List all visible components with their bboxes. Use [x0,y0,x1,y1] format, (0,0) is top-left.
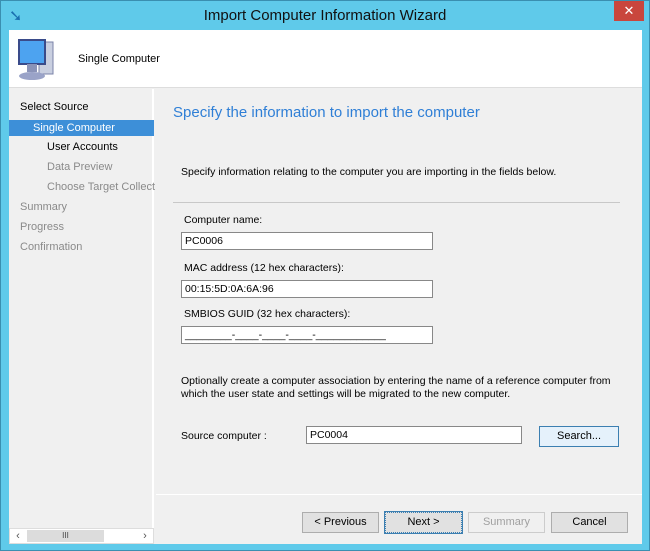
title-bar: ➘ Import Computer Information Wizard ✕ [1,1,649,30]
mac-address-input[interactable]: 00:15:5D:0A:6A:96 [181,280,433,298]
step-choose-target: Choose Target Collect [47,181,156,193]
wizard-header: Single Computer [9,30,642,88]
divider [173,202,620,203]
step-confirmation: Confirmation [20,241,83,253]
horizontal-scrollbar[interactable]: ‹ III › [9,528,154,544]
smbios-guid-input[interactable]: ________-____-____-____-____________ [181,326,433,344]
source-computer-input[interactable]: PC0004 [306,426,522,444]
next-button[interactable]: Next > [384,511,463,534]
main-panel: Specify the information to import the co… [156,89,642,544]
header-label: Single Computer [78,53,160,65]
cancel-button[interactable]: Cancel [551,512,628,533]
window-title: Import Computer Information Wizard [203,7,447,24]
source-computer-label: Source computer : [181,430,267,442]
scroll-thumb[interactable]: III [27,530,104,542]
step-select-source[interactable]: Select Source [20,101,88,113]
scroll-left-icon[interactable]: ‹ [10,529,26,543]
intro-text: Specify information relating to the comp… [181,166,557,178]
computer-name-label: Computer name: [184,214,263,226]
association-text: Optionally create a computer association… [181,375,611,400]
mac-address-label: MAC address (12 hex characters): [184,262,344,274]
step-progress: Progress [20,221,65,233]
wizard-steps: Select Source Single Computer User Accou… [9,89,156,544]
computer-name-input[interactable]: PC0006 [181,232,433,250]
wizard-window: ➘ Import Computer Information Wizard ✕ S… [0,0,650,551]
scroll-right-icon[interactable]: › [137,529,153,543]
step-single-computer[interactable]: Single Computer [9,120,154,136]
close-button[interactable]: ✕ [614,1,644,21]
computer-icon [18,39,54,80]
step-data-preview: Data Preview [47,161,113,173]
footer-divider [156,494,642,495]
summary-button: Summary [468,512,545,533]
step-summary: Summary [20,201,68,213]
smbios-guid-label: SMBIOS GUID (32 hex characters): [184,308,351,320]
previous-button[interactable]: < Previous [302,512,379,533]
page-title: Specify the information to import the co… [173,104,480,121]
search-button[interactable]: Search... [539,426,619,447]
step-user-accounts[interactable]: User Accounts [47,141,118,153]
